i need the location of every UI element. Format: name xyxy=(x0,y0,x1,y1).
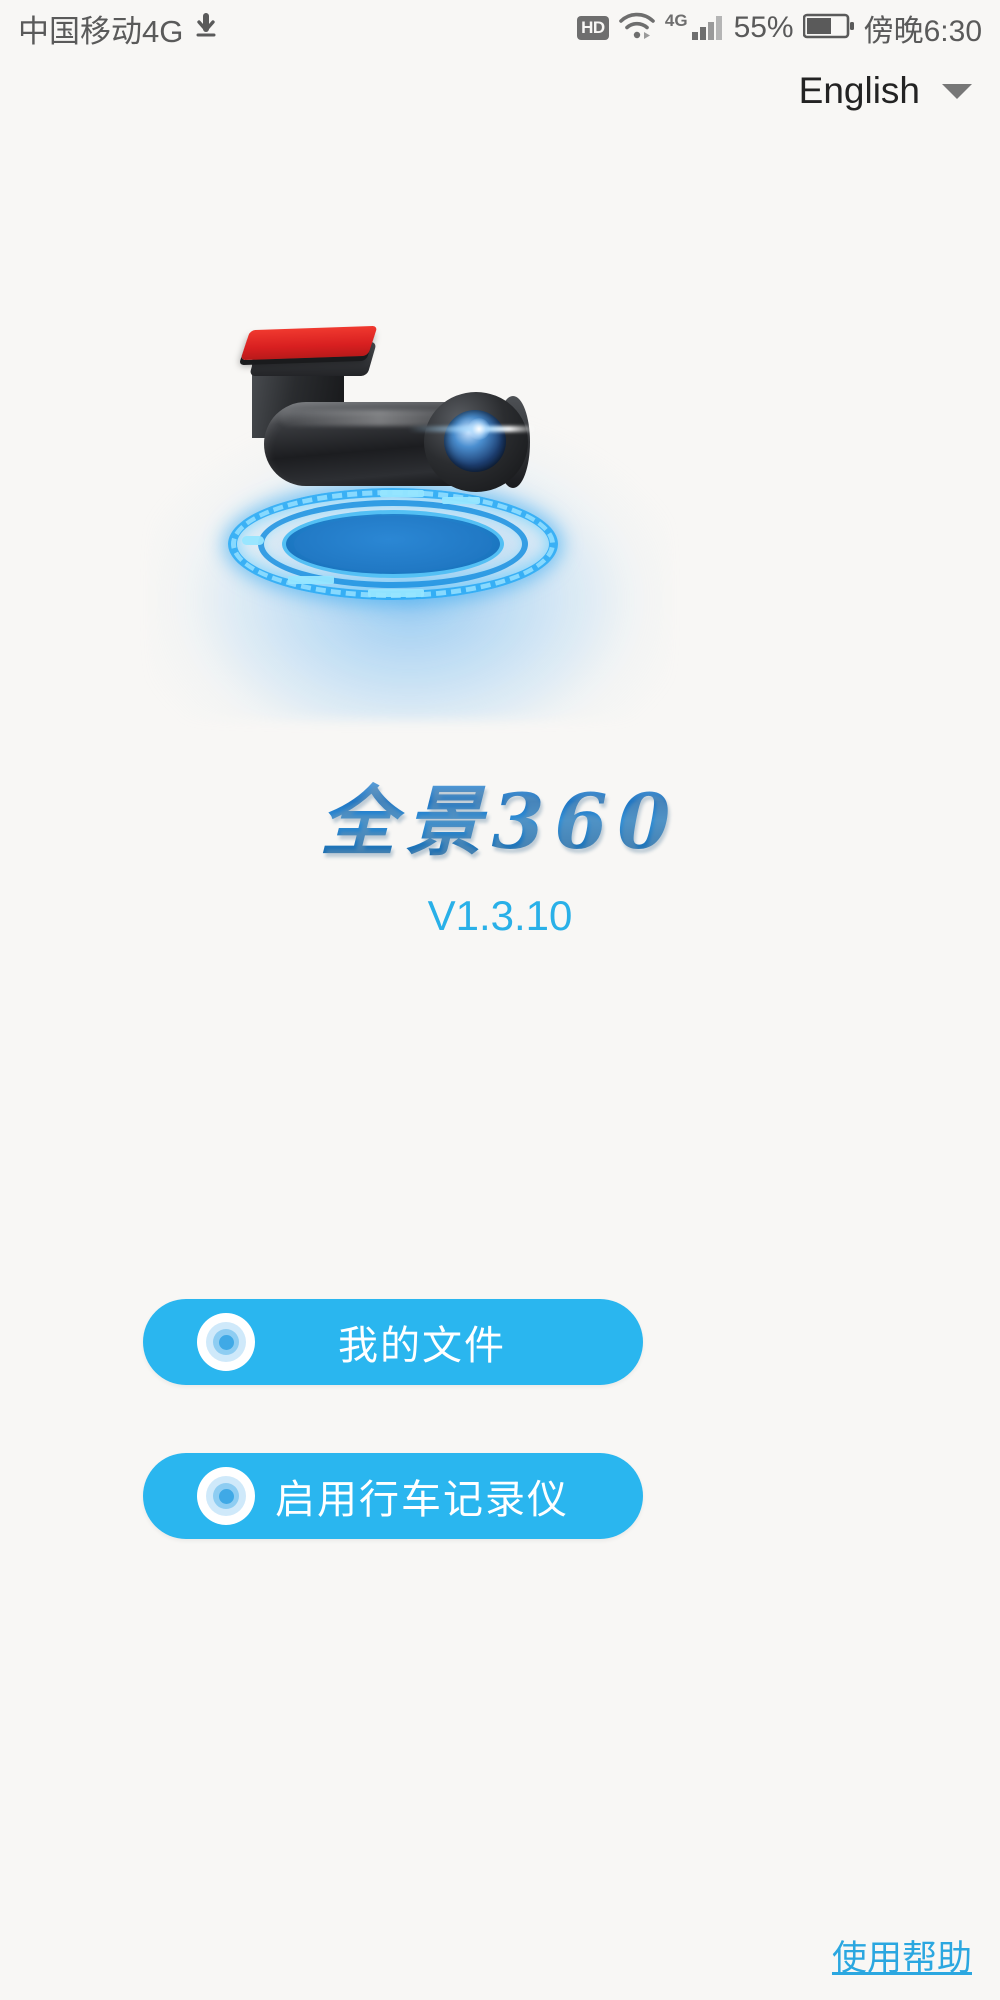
brand-logo: 全景360 xyxy=(0,760,1000,870)
version-label: V1.3.10 xyxy=(427,892,573,939)
hud-core-disc xyxy=(294,516,492,572)
battery-icon xyxy=(802,12,855,45)
language-selector[interactable]: English xyxy=(799,70,972,112)
language-selector-label: English xyxy=(798,70,920,111)
download-arrow-icon xyxy=(193,12,219,45)
hero-product-image xyxy=(0,270,1000,720)
clock-label: 傍晚6:30 xyxy=(863,15,982,48)
hd-badge: HD xyxy=(576,16,609,40)
enable-dashcam-button[interactable]: 启用行车记录仪 xyxy=(143,1453,643,1539)
carrier-label: 中国移动4G xyxy=(18,13,184,49)
lens-target-icon xyxy=(197,1313,255,1371)
chevron-down-icon xyxy=(942,83,972,99)
help-link[interactable]: 使用帮助 xyxy=(832,1930,972,1981)
dashcam-device-image xyxy=(228,318,558,518)
status-bar-right: HD 4G 55% 傍晚6:30 xyxy=(576,6,982,50)
hud-tick xyxy=(242,536,264,545)
enable-dashcam-button-label: 启用行车记录仪 xyxy=(275,1478,569,1522)
status-bar-left: 中国移动4G xyxy=(18,6,219,51)
status-bar: 中国移动4G HD 4G 55% 傍晚6:30 xyxy=(0,0,1000,56)
network-type-label: 4G xyxy=(664,11,688,30)
hud-tick xyxy=(288,576,334,584)
wifi-icon xyxy=(618,11,656,46)
brand-logo-text: 全景360 xyxy=(320,760,681,870)
battery-percent-label: 55% xyxy=(733,11,794,44)
lens-target-icon xyxy=(197,1467,255,1525)
dashcam-red-pad xyxy=(240,325,378,361)
app-screen: 中国移动4G HD 4G 55% 傍晚6:30 English 全景360 V1… xyxy=(0,0,1000,2000)
my-files-button[interactable]: 我的文件 xyxy=(143,1299,643,1385)
hud-tick xyxy=(368,589,424,597)
lens-flare-dot xyxy=(468,418,490,440)
signal-bars-icon xyxy=(691,11,725,46)
my-files-button-label: 我的文件 xyxy=(338,1324,506,1368)
